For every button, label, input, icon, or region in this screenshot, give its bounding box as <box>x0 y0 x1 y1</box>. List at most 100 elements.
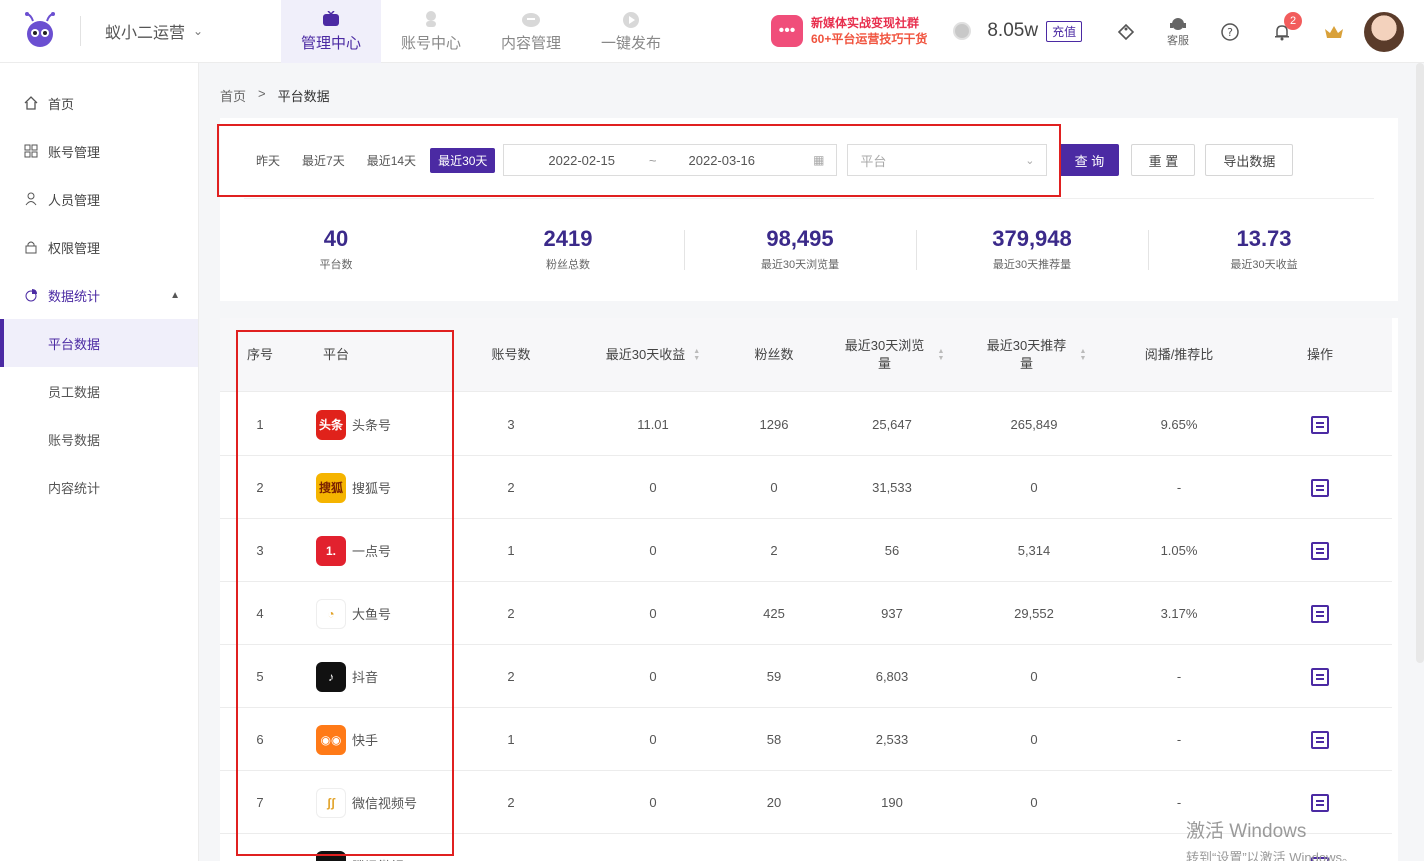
cell-income-30d: 0 <box>649 480 657 495</box>
table-row: 2 2 0 0 31,533 0 - 搜狐 搜狐号 <box>220 456 1392 519</box>
pie-chart-icon <box>24 288 38 302</box>
help-icon[interactable]: ? <box>1204 22 1256 42</box>
sidebar-item-accounts[interactable]: 账号管理 <box>0 127 198 175</box>
th-actions: 操作 <box>1306 347 1333 362</box>
nav-management-center[interactable]: 管理中心 <box>281 0 381 63</box>
sidebar-item-staff[interactable]: 人员管理 <box>0 175 198 223</box>
stat-label: 最近30天收益 <box>1230 259 1298 271</box>
th-views-30d[interactable]: 最近30天浏览量 ▲ ▼ <box>832 318 952 392</box>
stat-label: 最近30天推荐量 <box>992 259 1072 271</box>
stat-value: 379,948 <box>992 226 1072 251</box>
user-avatar[interactable] <box>1364 12 1404 52</box>
cell-recommendations-30d: 5,314 <box>1017 543 1051 558</box>
workspace-switcher[interactable]: 蚁小二运营 ⌄ <box>81 19 281 43</box>
platform-logo-icon: ◔ <box>316 598 346 629</box>
platform-name: 一点号 <box>352 544 392 559</box>
platform-logo-icon: 1. <box>316 535 346 566</box>
cell-index: 3 <box>256 543 264 558</box>
chevron-up-icon: ▲ <box>170 289 180 301</box>
sort-icon: ▲ ▼ <box>1079 348 1087 362</box>
cell-actions <box>1290 519 1350 582</box>
details-icon[interactable] <box>1311 667 1329 686</box>
sort-icon: ▲ ▼ <box>937 348 945 362</box>
table-row: 3 1 0 2 56 5,314 1.05% 1. 一点号 <box>220 519 1392 582</box>
chevron-down-icon: ⌄ <box>193 24 204 38</box>
platform-logo-icon: ▶ <box>316 850 346 861</box>
filter-card: 昨天 最近7天 最近14天 最近30天 2022-02-15 ~ 2022-03… <box>220 118 1398 301</box>
details-icon[interactable] <box>1311 604 1329 623</box>
sidebar-item-permissions[interactable]: 权限管理 <box>0 223 198 271</box>
cell-fans: 0 <box>770 480 778 495</box>
details-icon[interactable] <box>1311 730 1329 749</box>
page-scrollbar[interactable] <box>1416 63 1424 663</box>
cell-recommendations-30d: 29,552 <box>1014 606 1054 621</box>
promo-line-2: 60+平台运营技巧干货 <box>811 32 928 46</box>
notification-bell-button[interactable]: 2 <box>1256 11 1308 42</box>
top-header: 蚁小二运营 ⌄ 管理中心 账号中心 内容管理 一键发布 ••• 新媒体实战变现社… <box>0 0 1424 63</box>
promo-banner[interactable]: ••• 新媒体实战变现社群 60+平台运营技巧干货 <box>771 15 927 47</box>
cell-index: 6 <box>256 732 264 747</box>
cell-views-30d: 6,803 <box>875 669 909 684</box>
cell-account-count: 2 <box>507 795 515 810</box>
sidebar-item-home[interactable]: 首页 <box>0 79 198 127</box>
reset-button[interactable]: 重 置 <box>1131 144 1196 176</box>
table-row: 4 2 0 425 937 29,552 3.17% ◔ 大鱼号 <box>220 582 1392 645</box>
coin-icon <box>953 22 972 40</box>
ant-logo-icon <box>25 12 55 47</box>
sidebar-sub-account-data[interactable]: 账号数据 <box>0 415 198 463</box>
filter-row: 昨天 最近7天 最近14天 最近30天 2022-02-15 ~ 2022-03… <box>248 144 1294 176</box>
export-data-button[interactable]: 导出数据 <box>1205 144 1294 176</box>
details-icon[interactable] <box>1311 541 1329 560</box>
tag-icon[interactable] <box>1100 22 1152 42</box>
sidebar-sub-platform-data[interactable]: 平台数据 <box>0 319 198 367</box>
stat-label: 平台数 <box>319 259 353 271</box>
stat-label: 最近30天浏览量 <box>760 259 840 271</box>
app-logo[interactable] <box>0 0 80 63</box>
details-icon[interactable] <box>1311 478 1329 497</box>
cell-index: 2 <box>256 480 264 495</box>
crown-icon[interactable] <box>1308 23 1360 41</box>
filter-divider <box>244 198 1374 199</box>
service-label: 客服 <box>1167 34 1189 47</box>
details-icon[interactable] <box>1311 793 1329 812</box>
cell-recommendations-30d: 0 <box>1030 795 1038 810</box>
calendar-icon: ▦ <box>813 153 825 167</box>
cell-platform: ◉◉ 快手 <box>316 708 466 771</box>
nav-content-management[interactable]: 内容管理 <box>481 0 581 63</box>
watermark-line-2: 转到“设置”以激活 Windows。 <box>1186 850 1356 861</box>
cell-index: 4 <box>256 606 264 621</box>
grid-icon <box>24 144 38 158</box>
customer-service-button[interactable]: 客服 <box>1152 16 1204 48</box>
content-icon <box>520 9 542 29</box>
cell-index: 7 <box>256 795 264 810</box>
recharge-button[interactable]: 充值 <box>1046 20 1083 42</box>
nav-account-center[interactable]: 账号中心 <box>381 0 481 63</box>
chat-bubble-icon: ••• <box>771 15 803 47</box>
details-icon[interactable] <box>1311 415 1329 434</box>
query-button[interactable]: 查 询 <box>1059 144 1120 176</box>
nav-one-click-publish[interactable]: 一键发布 <box>581 0 681 63</box>
quick-last-14-days[interactable]: 最近14天 <box>359 148 424 173</box>
sidebar-group-statistics[interactable]: 数据统计 ▲ <box>0 271 198 319</box>
th-income-30d[interactable]: 最近30天收益 ▲ ▼ <box>588 318 718 392</box>
breadcrumb-separator: > <box>258 86 266 101</box>
breadcrumb-home[interactable]: 首页 <box>220 86 246 105</box>
sidebar-sub-staff-data[interactable]: 员工数据 <box>0 367 198 415</box>
quick-last-7-days[interactable]: 最近7天 <box>294 148 353 173</box>
cell-views-30d: 937 <box>881 606 903 621</box>
cell-platform: ʃʃ 微信视频号 <box>316 771 466 834</box>
quick-last-30-days[interactable]: 最近30天 <box>430 147 496 173</box>
cell-fans: 20 <box>766 795 782 810</box>
platform-logo-icon: 搜狐 <box>316 472 346 503</box>
cell-account-count: 3 <box>507 417 515 432</box>
th-label: 最近30天浏览量 <box>844 338 925 371</box>
cell-actions <box>1290 582 1350 645</box>
sidebar-sub-content-stats[interactable]: 内容统计 <box>0 463 198 511</box>
date-range-picker[interactable]: 2022-02-15 ~ 2022-03-16 ▦ <box>503 144 838 176</box>
cell-actions <box>1290 456 1350 519</box>
header-icons: 客服 ? 2 <box>1100 0 1360 63</box>
th-recommendations-30d[interactable]: 最近30天推荐量 ▲ ▼ <box>974 318 1094 392</box>
platform-select[interactable]: 平台 ⌄ <box>847 144 1048 176</box>
quick-yesterday[interactable]: 昨天 <box>248 148 288 173</box>
platform-logo-icon: ◉◉ <box>316 724 346 755</box>
